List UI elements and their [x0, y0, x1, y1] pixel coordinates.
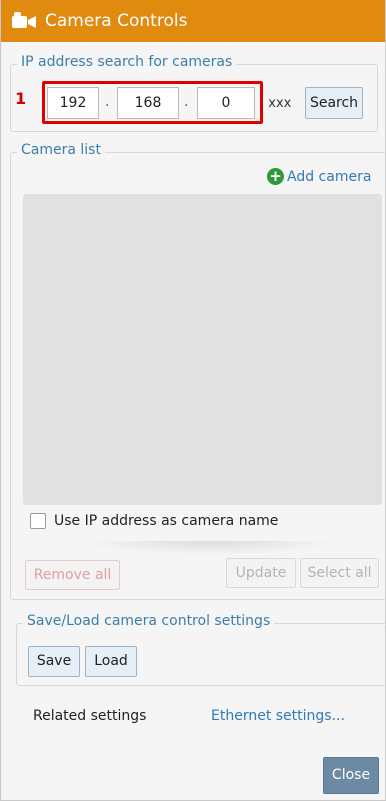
- load-button[interactable]: Load: [85, 646, 137, 677]
- ip-separator: .: [105, 94, 110, 110]
- ip-search-legend: IP address search for cameras: [17, 54, 237, 70]
- window-title: Camera Controls: [45, 11, 188, 31]
- close-button[interactable]: Close: [323, 757, 379, 794]
- camera-controls-window: Camera Controls IP address search for ca…: [0, 0, 386, 801]
- use-ip-as-name-checkbox[interactable]: [30, 513, 46, 529]
- update-button[interactable]: Update: [226, 558, 296, 588]
- camera-list[interactable]: [23, 194, 382, 505]
- save-load-legend: Save/Load camera control settings: [23, 613, 275, 629]
- divider-shadow: [81, 541, 341, 555]
- save-button[interactable]: Save: [28, 646, 80, 677]
- title-bar: Camera Controls: [1, 0, 385, 42]
- use-ip-as-name-label: Use IP address as camera name: [54, 513, 279, 529]
- ethernet-settings-link[interactable]: Ethernet settings...: [211, 708, 345, 724]
- remove-all-button[interactable]: Remove all: [25, 560, 120, 590]
- add-camera-label: Add camera: [287, 168, 372, 185]
- plus-circle-icon: +: [267, 168, 284, 185]
- select-all-button[interactable]: Select all: [300, 558, 379, 588]
- camera-list-legend: Camera list: [17, 142, 105, 158]
- ip-octet-3-input[interactable]: 0: [197, 87, 255, 119]
- add-camera-link[interactable]: + Add camera: [267, 168, 371, 185]
- search-button[interactable]: Search: [305, 87, 363, 119]
- ip-suffix-text: . xxx: [260, 96, 292, 111]
- camera-icon: [12, 12, 36, 28]
- related-settings-label: Related settings: [33, 708, 147, 724]
- callout-marker: 1: [15, 89, 27, 108]
- use-ip-as-name-row[interactable]: Use IP address as camera name: [30, 513, 278, 529]
- ip-separator: .: [184, 94, 189, 110]
- ip-octet-1-input[interactable]: 192: [47, 87, 99, 119]
- ip-octet-2-input[interactable]: 168: [117, 87, 179, 119]
